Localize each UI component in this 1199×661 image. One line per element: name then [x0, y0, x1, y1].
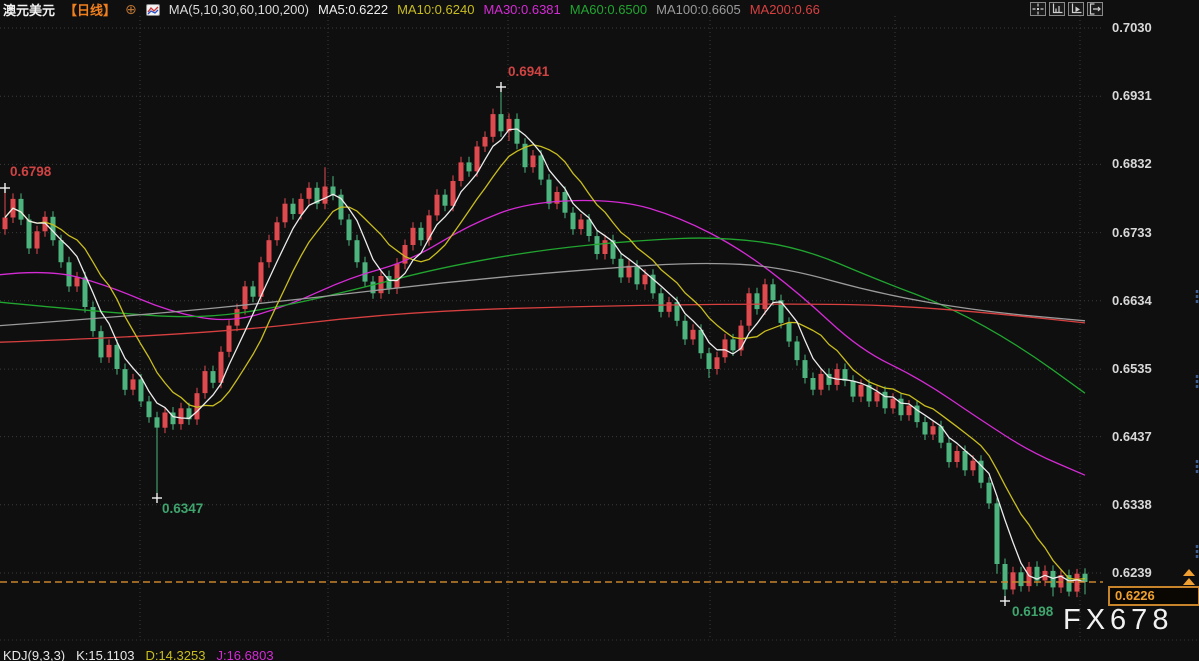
ma60-line — [0, 238, 1085, 393]
add-indicator-icon[interactable]: ⊕ — [125, 3, 137, 16]
timeframe-label[interactable]: 【日线】 — [64, 0, 116, 19]
gridlines — [0, 16, 1199, 640]
chart-header: 澳元美元 【日线】 ⊕ MA(5,10,30,60,100,200) MA5:0… — [3, 1, 820, 18]
price-annotation: 0.6941 — [496, 64, 550, 92]
svg-text:0.6347: 0.6347 — [162, 501, 203, 516]
price-annotation: 0.6198 — [1000, 596, 1054, 619]
svg-text:0.6198: 0.6198 — [1012, 604, 1054, 619]
kdj-indicator-row: KDJ(9,3,3) K:15.1103 D:14.3253 J:16.6803 — [3, 648, 274, 661]
y-axis-label: 0.7030 — [1112, 20, 1182, 35]
y-axis-label: 0.6832 — [1112, 156, 1182, 171]
price-up-arrow-icon — [1183, 569, 1195, 585]
y-axis-label: 0.6733 — [1112, 225, 1182, 240]
ma200-legend: MA200:0.66 — [750, 2, 820, 17]
ma5-legend: MA5:0.6222 — [318, 2, 388, 17]
current-price-box: 0.6226 — [1108, 586, 1199, 606]
y-axis-label: 0.6634 — [1112, 293, 1182, 308]
watermark: FX678 — [1063, 604, 1173, 637]
candles — [3, 89, 1088, 601]
price-annotation: 0.6347 — [152, 493, 203, 516]
y-axis-label: 0.6931 — [1112, 88, 1182, 103]
ma30-line — [0, 200, 1085, 475]
ma100-legend: MA100:0.6605 — [656, 2, 741, 17]
price-annotation: 0.6798 — [0, 164, 52, 193]
chart-window: 0.6798 0.6941 0.6347 0.6198 澳元美元 【日线】 ⊕ MA(… — [0, 0, 1199, 661]
y-axis-label: 0.6535 — [1112, 361, 1182, 376]
ma-params-label: MA(5,10,30,60,100,200) — [169, 2, 309, 17]
y-axis-label: 0.6437 — [1112, 429, 1182, 444]
y-axis-label: 0.6338 — [1112, 497, 1182, 512]
ma10-legend: MA10:0.6240 — [397, 2, 474, 17]
kdj-d-value: D:14.3253 — [145, 648, 205, 661]
svg-text:0.6941: 0.6941 — [508, 64, 550, 79]
kdj-j-value: J:16.6803 — [216, 648, 273, 661]
symbol-title[interactable]: 澳元美元 — [3, 0, 55, 19]
pan-tool-icon[interactable] — [1030, 2, 1046, 16]
y-axis-scale-icon[interactable] — [1049, 2, 1065, 16]
chart-toolbar — [1030, 2, 1103, 16]
export-chart-icon[interactable] — [1087, 2, 1103, 16]
kdj-params-label: KDJ(9,3,3) — [3, 648, 65, 661]
kdj-k-value: K:15.1103 — [76, 648, 134, 661]
ma30-legend: MA30:0.6381 — [483, 2, 560, 17]
ma200-line — [0, 304, 1085, 342]
ma60-legend: MA60:0.6500 — [570, 2, 647, 17]
svg-text:0.6798: 0.6798 — [10, 164, 52, 179]
mini-chart-icon — [146, 4, 160, 16]
y-axis-label: 0.6239 — [1112, 565, 1182, 580]
candlestick-chart[interactable]: 0.6798 0.6941 0.6347 0.6198 — [0, 0, 1199, 661]
x-axis-scale-icon[interactable] — [1068, 2, 1084, 16]
